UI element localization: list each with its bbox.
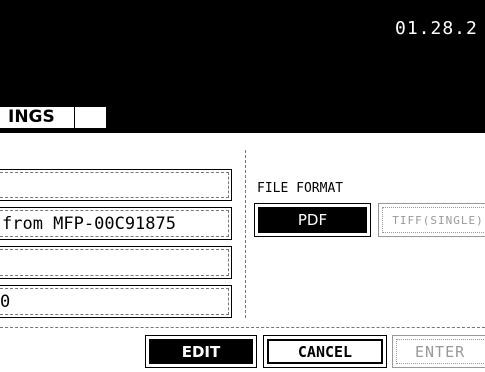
date-display: 01.28.2 (395, 18, 478, 39)
section-divider (245, 150, 246, 318)
file-format-label: FILE FORMAT (257, 181, 344, 196)
tiff-single-button-label: TIFF(SINGLE) (382, 207, 485, 233)
tiff-single-button[interactable]: TIFF(SINGLE) (378, 203, 485, 237)
edit-button[interactable]: EDIT (145, 335, 257, 368)
footer-divider (0, 327, 485, 328)
enter-button[interactable]: ENTER (392, 335, 485, 368)
cancel-button[interactable]: CANCEL (263, 335, 387, 368)
field-3[interactable] (0, 246, 232, 279)
edit-button-label: EDIT (149, 339, 253, 364)
field-2[interactable]: from MFP-00C91875 (0, 207, 232, 240)
field-1[interactable] (0, 169, 232, 201)
pdf-button[interactable]: PDF (254, 203, 371, 237)
enter-button-label: ENTER (396, 339, 485, 364)
cancel-button-label: CANCEL (267, 339, 383, 364)
field-4[interactable]: 0 (0, 285, 232, 318)
pdf-button-label: PDF (258, 207, 367, 233)
field-2-value: from MFP-00C91875 (2, 214, 176, 234)
settings-tab-label[interactable]: INGS (0, 105, 75, 129)
field-4-value: 0 (0, 292, 11, 312)
